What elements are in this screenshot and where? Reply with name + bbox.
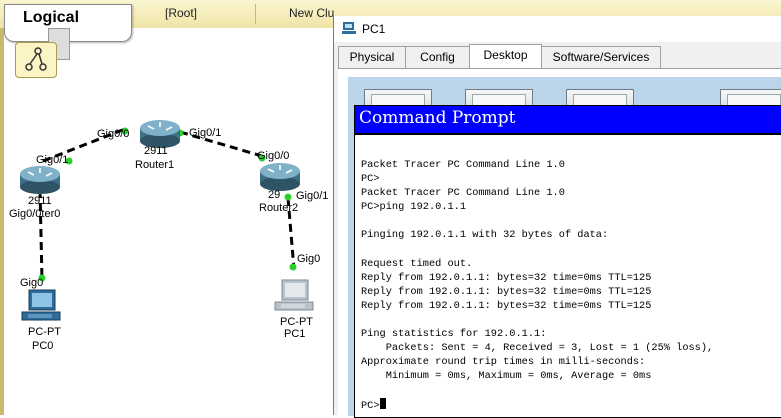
port-label-router0-gig0-0: Gig0/0ter0 <box>9 208 61 220</box>
tab-config[interactable]: Config <box>405 46 470 68</box>
prompt-line[interactable]: PC> <box>361 397 781 413</box>
topology-canvas <box>20 120 314 321</box>
command-prompt-window[interactable]: Command Prompt Packet Tracer PC Command … <box>354 105 781 418</box>
pc1-window: PC1 Physical Config Desktop Software/Ser… <box>333 16 781 418</box>
port-label-pc1-gig0: Gig0 <box>297 253 321 265</box>
command-prompt-header: Command Prompt <box>355 106 781 135</box>
output-line: Minimum = 0ms, Maximum = 0ms, Average = … <box>361 370 652 383</box>
window-titlebar[interactable]: PC1 <box>334 16 781 42</box>
toolbar-separator <box>255 4 256 24</box>
router0-model-label: 2911 <box>28 195 52 207</box>
port-label-router1-gig0-1: Gig0/1 <box>189 127 222 139</box>
workspace-border <box>0 28 4 415</box>
router1-icon[interactable] <box>140 120 180 148</box>
output-line: PC>ping 192.0.1.1 <box>361 201 467 214</box>
pc0-icon[interactable] <box>21 289 61 321</box>
port-label-router1-gig0-0: Gig0/0 <box>97 128 130 140</box>
prompt-text: PC> <box>361 399 380 412</box>
pc0-name-label: PC0 <box>32 340 54 352</box>
output-line: Packets: Sent = 4, Received = 3, Lost = … <box>361 342 714 355</box>
router1-model-label: 2911 <box>144 145 168 157</box>
output-line: Pinging 192.0.1.1 with 32 bytes of data: <box>361 229 609 242</box>
router2-icon[interactable] <box>260 163 300 191</box>
output-line: Approximate round trip times in milli-se… <box>361 356 646 369</box>
new-cluster-button[interactable]: New Clu <box>289 6 334 20</box>
topology-glyph <box>25 47 47 71</box>
port-label-router0-gig0-1: Gig0/1 <box>36 154 69 166</box>
port-label-pc0-gig0: Gig0 <box>20 277 44 289</box>
tab-software-services[interactable]: Software/Services <box>541 46 661 68</box>
port-dot <box>289 263 297 271</box>
output-line: PC> <box>361 173 380 186</box>
command-prompt-title: Command Prompt <box>359 108 516 128</box>
output-line: Packet Tracer PC Command Line 1.0 <box>361 187 565 200</box>
logical-view-label: Logical <box>23 9 80 26</box>
router2-model-label: 29 <box>268 189 281 201</box>
port-label-router2-gig0-1: Gig0/1 <box>296 190 329 202</box>
router2-name-label: Router2 <box>259 202 299 214</box>
command-output[interactable]: Packet Tracer PC Command Line 1.0 PC> Pack… <box>361 158 781 413</box>
desktop-panel: Command Prompt Packet Tracer PC Command … <box>338 68 781 418</box>
tab-physical[interactable]: Physical <box>338 46 406 68</box>
router0-icon[interactable] <box>20 166 60 194</box>
tab-desktop[interactable]: Desktop <box>469 44 542 69</box>
pc-window-icon <box>342 22 356 34</box>
pc0-model-label: PC-PT <box>28 326 61 338</box>
pc1-name-label: PC1 <box>284 328 306 340</box>
pc1-model-label: PC-PT <box>280 316 313 328</box>
window-title: PC1 <box>362 22 386 36</box>
output-line: Reply from 192.0.1.1: bytes=32 time=0ms … <box>361 285 652 298</box>
logical-topology-icon[interactable] <box>15 42 57 78</box>
output-line: Ping statistics for 192.0.1.1: <box>361 328 547 341</box>
output-line: Reply from 192.0.1.1: bytes=32 time=0ms … <box>361 271 652 284</box>
port-label-router2-gig0-0: Gig0/0 <box>257 150 290 162</box>
output-line: Reply from 192.0.1.1: bytes=32 time=0ms … <box>361 299 652 312</box>
root-breadcrumb[interactable]: [Root] <box>165 6 197 20</box>
output-line: Packet Tracer PC Command Line 1.0 <box>361 159 565 171</box>
logical-workspace[interactable]: Gig0/0 Gig0/1 2911 Router1 Gig0/1 2911 G… <box>0 28 335 415</box>
text-cursor <box>379 397 386 409</box>
port-dot <box>284 193 292 201</box>
pc1-icon[interactable] <box>274 279 314 311</box>
router1-name-label: Router1 <box>135 159 175 171</box>
output-line: Request timed out. <box>361 257 473 270</box>
